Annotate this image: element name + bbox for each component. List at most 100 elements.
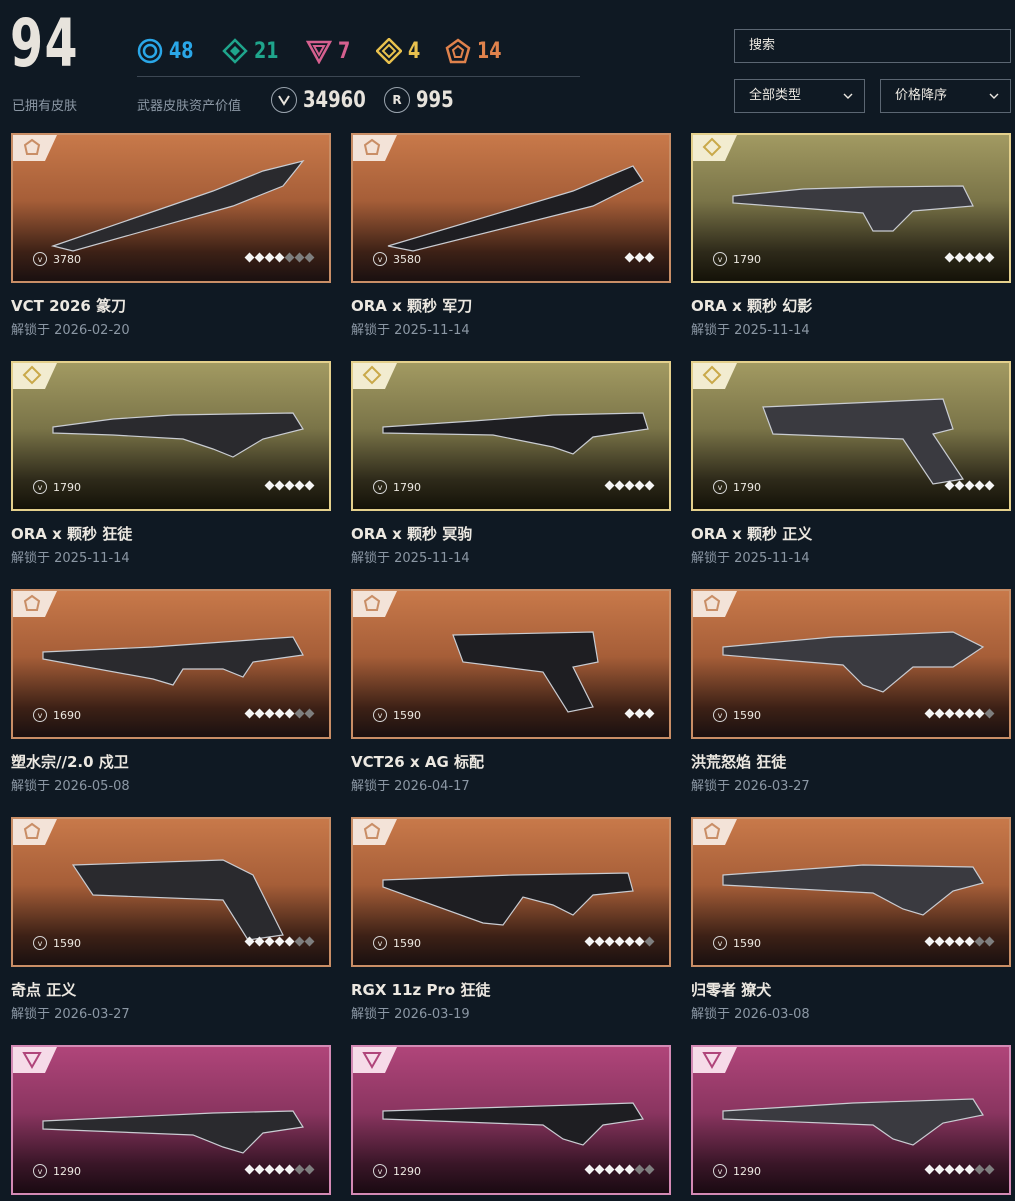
skin-card[interactable]: v 1790 ORA x 颗秒 幻影 解锁于 2025-11-14 <box>691 133 1011 345</box>
level-pip <box>954 936 965 947</box>
level-pip <box>304 480 315 491</box>
type-filter-select[interactable]: 全部类型 <box>734 79 865 113</box>
upgrade-levels <box>624 708 655 719</box>
type-filter-value: 全部类型 <box>749 88 802 103</box>
skin-card[interactable]: v 1290 <box>11 1045 331 1201</box>
valorant-points-icon: v <box>713 252 727 266</box>
skin-card[interactable]: v 1790 ORA x 颗秒 冥驹 解锁于 2025-11-14 <box>351 361 671 573</box>
level-pip <box>254 708 265 719</box>
level-pip <box>264 1164 275 1175</box>
radianite-points-amount: 995 <box>416 87 454 113</box>
skin-card[interactable]: v 1590 归零者 獠犬 解锁于 2026-03-08 <box>691 817 1011 1029</box>
skin-thumbnail[interactable]: v 1590 <box>11 817 331 967</box>
skin-name: RGX 11z Pro 狂徒 <box>351 981 491 999</box>
tier-stat-premium[interactable]: 7 <box>306 38 353 64</box>
level-pip <box>304 708 315 719</box>
level-pip <box>624 1164 635 1175</box>
level-pip <box>964 936 975 947</box>
tier-stat-deluxe[interactable]: 21 <box>221 38 285 64</box>
level-pip <box>984 936 995 947</box>
level-pip <box>624 480 635 491</box>
skin-thumbnail[interactable]: v 1790 <box>691 361 1011 511</box>
skin-card[interactable]: v 1690 塑水宗//2.0 戍卫 解锁于 2026-05-08 <box>11 589 331 801</box>
skin-thumbnail[interactable]: v 3780 <box>11 133 331 283</box>
upgrade-levels <box>944 252 995 263</box>
ultra-tier-icon <box>445 38 471 64</box>
level-pip <box>944 936 955 947</box>
skin-price-value: 1590 <box>393 708 421 722</box>
deluxe-tier-count: 21 <box>253 38 279 64</box>
radianite-points-icon: R <box>384 87 410 113</box>
level-pip <box>264 708 275 719</box>
level-pip <box>594 936 605 947</box>
skin-price-value: 1690 <box>53 708 81 722</box>
level-pip <box>954 252 965 263</box>
tier-stat-select[interactable]: 48 <box>137 38 200 64</box>
level-pip <box>604 480 615 491</box>
search-input[interactable]: 搜索 <box>734 29 1011 63</box>
skin-thumbnail[interactable]: v 1790 <box>691 133 1011 283</box>
level-pip <box>964 708 975 719</box>
skin-thumbnail[interactable]: v 1590 <box>691 589 1011 739</box>
skin-unlock-date: 解锁于 2026-05-08 <box>11 779 130 794</box>
skin-thumbnail[interactable]: v 3580 <box>351 133 671 283</box>
skin-thumbnail[interactable]: v 1290 <box>11 1045 331 1195</box>
tier-stats: 48 21 7 4 14 <box>137 36 530 66</box>
skin-thumbnail[interactable]: v 1790 <box>11 361 331 511</box>
deluxe-tier-icon <box>221 38 248 64</box>
skin-card[interactable]: v 1590 奇点 正义 解锁于 2026-03-27 <box>11 817 331 1029</box>
valorant-points-icon: v <box>373 480 387 494</box>
skin-thumbnail[interactable]: v 1590 <box>351 817 671 967</box>
tier-stat-exclusive[interactable]: 4 <box>375 38 423 64</box>
skin-price-value: 3780 <box>53 252 81 266</box>
skin-card[interactable]: v 1590 RGX 11z Pro 狂徒 解锁于 2026-03-19 <box>351 817 671 1029</box>
upgrade-levels <box>244 1164 315 1175</box>
level-pip <box>634 708 645 719</box>
skin-unlock-date: 解锁于 2026-03-08 <box>691 1007 810 1022</box>
upgrade-levels <box>244 252 315 263</box>
skin-price: v 3580 <box>373 252 421 266</box>
upgrade-levels <box>624 252 655 263</box>
level-pip <box>274 1164 285 1175</box>
level-pip <box>274 936 285 947</box>
skin-unlock-date: 解锁于 2025-11-14 <box>351 323 470 338</box>
skin-name: 洪荒怒焰 狂徒 <box>691 753 787 771</box>
skin-card[interactable]: v 1590 VCT26 x AG 标配 解锁于 2026-04-17 <box>351 589 671 801</box>
weapon-image <box>722 864 984 916</box>
level-pip <box>284 1164 295 1175</box>
skin-thumbnail[interactable]: v 1590 <box>351 589 671 739</box>
level-pip <box>254 252 265 263</box>
skin-card[interactable]: v 3580 ORA x 颗秒 军刀 解锁于 2025-11-14 <box>351 133 671 345</box>
skin-unlock-date: 解锁于 2025-11-14 <box>11 551 130 566</box>
skin-name: ORA x 颗秒 幻影 <box>691 297 813 315</box>
skin-thumbnail[interactable]: v 1790 <box>351 361 671 511</box>
weapon-image <box>382 1102 644 1146</box>
skin-thumbnail[interactable]: v 1290 <box>691 1045 1011 1195</box>
level-pip <box>634 936 645 947</box>
level-pip <box>924 936 935 947</box>
sort-order-select[interactable]: 价格降序 <box>880 79 1011 113</box>
tier-stat-ultra[interactable]: 14 <box>445 38 508 64</box>
owned-count: 94 <box>10 5 80 82</box>
skin-card[interactable]: v 3780 VCT 2026 篆刀 解锁于 2026-02-20 <box>11 133 331 345</box>
weapon-image <box>50 159 305 252</box>
skin-card[interactable]: v 1590 洪荒怒焰 狂徒 解锁于 2026-03-27 <box>691 589 1011 801</box>
skin-price-value: 1290 <box>733 1164 761 1178</box>
valorant-points-icon: v <box>33 936 47 950</box>
skin-unlock-date: 解锁于 2026-04-17 <box>351 779 470 794</box>
skin-card[interactable]: v 1290 <box>691 1045 1011 1201</box>
level-pip <box>974 480 985 491</box>
skin-thumbnail[interactable]: v 1690 <box>11 589 331 739</box>
skin-price-value: 1790 <box>733 252 761 266</box>
skin-card[interactable]: v 1290 <box>351 1045 671 1201</box>
chevron-down-icon <box>843 93 853 99</box>
level-pip <box>954 480 965 491</box>
skin-thumbnail[interactable]: v 1590 <box>691 817 1011 967</box>
skin-thumbnail[interactable]: v 1290 <box>351 1045 671 1195</box>
skin-price-value: 1590 <box>53 936 81 950</box>
skin-card[interactable]: v 1790 ORA x 颗秒 狂徒 解锁于 2025-11-14 <box>11 361 331 573</box>
level-pip <box>644 708 655 719</box>
upgrade-levels <box>264 480 315 491</box>
skin-price-value: 1290 <box>53 1164 81 1178</box>
skin-card[interactable]: v 1790 ORA x 颗秒 正义 解锁于 2025-11-14 <box>691 361 1011 573</box>
